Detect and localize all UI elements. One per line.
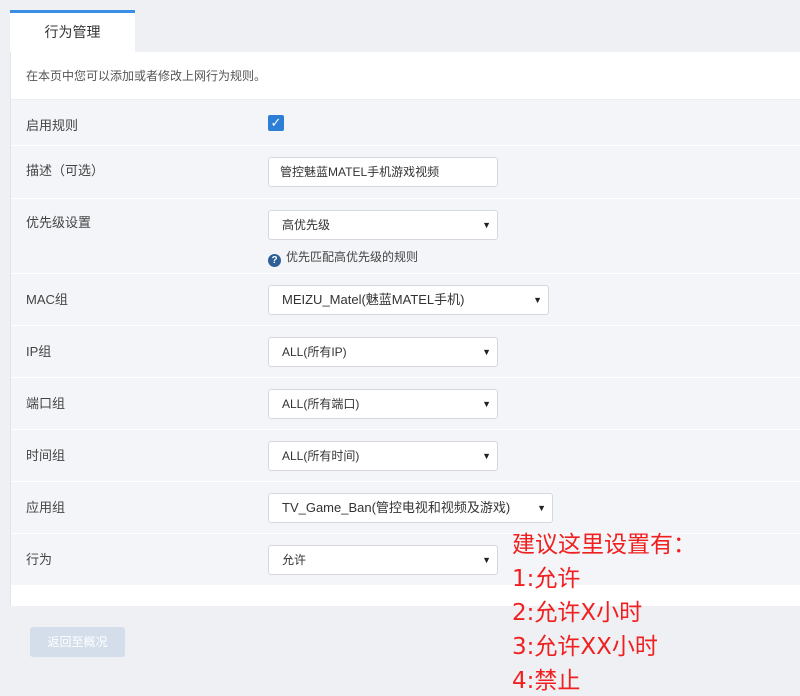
dropdown-arrow-icon: ▼ bbox=[482, 347, 491, 357]
app-group-label: 应用组 bbox=[26, 500, 66, 515]
rule-form-panel: 在本页中您可以添加或者修改上网行为规则。 启用规则 ✓ 描述（可选） 管控魅蓝M… bbox=[10, 52, 800, 606]
action-value: 允许 bbox=[282, 553, 307, 567]
tab-bar: 行为管理 bbox=[0, 0, 800, 52]
time-group-value: ALL(所有时间) bbox=[282, 449, 360, 463]
help-icon: ? bbox=[268, 254, 281, 267]
action-select[interactable]: 允许 ▼ bbox=[268, 545, 498, 575]
enable-rule-label: 启用规则 bbox=[26, 118, 79, 133]
red-annotation: 建议这里设置有： 1:允许 2:允许X小时 3:允许XX小时 4:禁止 bbox=[512, 528, 696, 696]
mac-group-label: MAC组 bbox=[26, 292, 68, 307]
mac-group-value: MEIZU_Matel(魅蓝MATEL手机) bbox=[282, 292, 465, 307]
description-label: 描述（可选） bbox=[26, 163, 105, 178]
row-ip-group: IP组 ALL(所有IP) ▼ bbox=[11, 326, 800, 378]
ip-group-label: IP组 bbox=[26, 344, 52, 359]
annotation-line: 2:允许X小时 bbox=[512, 600, 643, 626]
annotation-line: 建议这里设置有： bbox=[512, 532, 696, 558]
row-port-group: 端口组 ALL(所有端口) ▼ bbox=[11, 378, 800, 430]
tab-behavior-management[interactable]: 行为管理 bbox=[10, 10, 135, 52]
description-input[interactable]: 管控魅蓝MATEL手机游戏视频 bbox=[268, 157, 498, 187]
app-group-select[interactable]: TV_Game_Ban(管控电视和视频及游戏) ▼ bbox=[268, 493, 553, 523]
mac-group-select[interactable]: MEIZU_Matel(魅蓝MATEL手机) ▼ bbox=[268, 285, 549, 315]
dropdown-arrow-icon: ▼ bbox=[482, 451, 491, 461]
dropdown-arrow-icon: ▼ bbox=[482, 220, 491, 230]
priority-hint: ? 优先匹配高优先级的规则 bbox=[268, 248, 418, 267]
app-group-value: TV_Game_Ban(管控电视和视频及游戏) bbox=[282, 500, 511, 515]
priority-label: 优先级设置 bbox=[26, 215, 92, 230]
port-group-select[interactable]: ALL(所有端口) ▼ bbox=[268, 389, 498, 419]
row-mac-group: MAC组 MEIZU_Matel(魅蓝MATEL手机) ▼ bbox=[11, 274, 800, 326]
time-group-label: 时间组 bbox=[26, 448, 66, 463]
row-description: 描述（可选） 管控魅蓝MATEL手机游戏视频 bbox=[11, 146, 800, 199]
enable-rule-checkbox[interactable]: ✓ bbox=[268, 115, 284, 131]
annotation-line: 1:允许 bbox=[512, 566, 581, 592]
dropdown-arrow-icon: ▼ bbox=[533, 295, 542, 305]
annotation-line: 3:允许XX小时 bbox=[512, 634, 658, 660]
annotation-line: 4:禁止 bbox=[512, 668, 581, 694]
intro-text: 在本页中您可以添加或者修改上网行为规则。 bbox=[11, 52, 800, 100]
priority-select[interactable]: 高优先级 ▼ bbox=[268, 210, 498, 240]
back-to-overview-button[interactable]: 返回至概况 bbox=[30, 627, 125, 657]
priority-value: 高优先级 bbox=[282, 218, 331, 232]
row-time-group: 时间组 ALL(所有时间) ▼ bbox=[11, 430, 800, 482]
priority-hint-text: 优先匹配高优先级的规则 bbox=[286, 250, 419, 264]
row-app-group: 应用组 TV_Game_Ban(管控电视和视频及游戏) ▼ bbox=[11, 482, 800, 534]
row-enable-rule: 启用规则 ✓ bbox=[11, 100, 800, 146]
time-group-select[interactable]: ALL(所有时间) ▼ bbox=[268, 441, 498, 471]
row-priority: 优先级设置 高优先级 ▼ ? 优先匹配高优先级的规则 bbox=[11, 199, 800, 274]
dropdown-arrow-icon: ▼ bbox=[482, 555, 491, 565]
port-group-label: 端口组 bbox=[26, 396, 66, 411]
action-label: 行为 bbox=[26, 552, 53, 567]
dropdown-arrow-icon: ▼ bbox=[482, 399, 491, 409]
ip-group-value: ALL(所有IP) bbox=[282, 345, 347, 359]
dropdown-arrow-icon: ▼ bbox=[537, 503, 546, 513]
ip-group-select[interactable]: ALL(所有IP) ▼ bbox=[268, 337, 498, 367]
port-group-value: ALL(所有端口) bbox=[282, 397, 360, 411]
